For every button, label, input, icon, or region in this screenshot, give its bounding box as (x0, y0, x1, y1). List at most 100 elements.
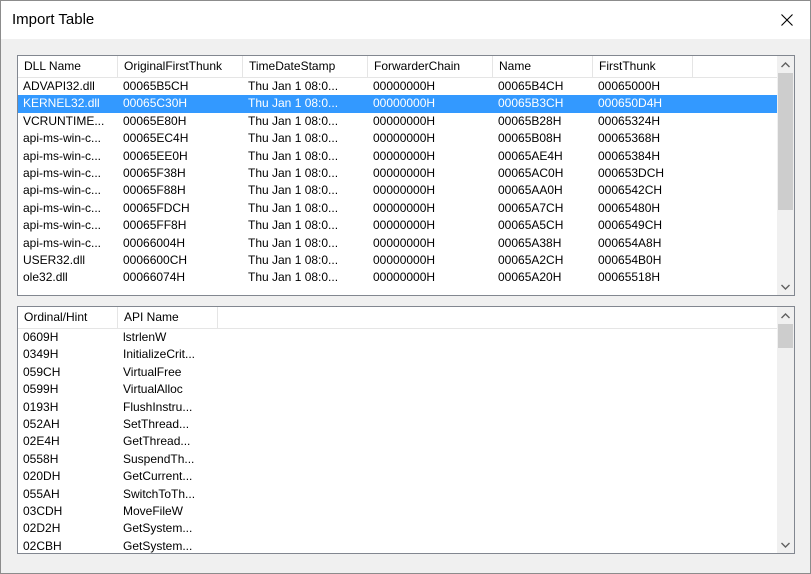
table-row[interactable]: KERNEL32.dll 00065C30H Thu Jan 1 08:0... 00… (18, 95, 777, 113)
table-cell: 02E4H (23, 434, 60, 449)
table-cell: 00065AE4H (498, 148, 563, 163)
table-cell: 00065368H (598, 131, 661, 146)
scroll-down-button[interactable] (777, 536, 794, 553)
table-cell: 00000000H (373, 183, 436, 198)
chevron-up-icon (781, 61, 790, 67)
scroll-thumb[interactable] (778, 73, 793, 210)
table-cell: 000654B0H (598, 252, 662, 267)
table-cell: 052AH (23, 416, 60, 431)
table-cell: Thu Jan 1 08:0... (248, 235, 339, 250)
column-header[interactable]: DLL Name (18, 56, 118, 77)
table-cell: 00000000H (373, 235, 436, 250)
column-header[interactable]: API Name (118, 307, 218, 328)
column-header[interactable]: FirstThunk (593, 56, 693, 77)
table-cell: 03CDH (23, 503, 63, 518)
table-cell: 0599H (23, 382, 59, 397)
api-list-scrollbar[interactable] (777, 307, 794, 553)
close-icon (781, 14, 793, 26)
scroll-up-button[interactable] (777, 56, 794, 73)
table-cell: 055AH (23, 486, 60, 501)
dll-list-view[interactable]: DLL Name OriginalFirstThunk TimeDateStamp F… (17, 55, 795, 296)
table-row[interactable]: VCRUNTIME... 00065E80H Thu Jan 1 08:0... 00… (18, 113, 777, 130)
table-cell: api-ms-win-c... (23, 131, 102, 146)
api-list-header: Ordinal/Hint API Name (18, 307, 777, 329)
table-row[interactable]: USER32.dll 0006600CH Thu Jan 1 08:0... 0000… (18, 252, 777, 269)
table-row[interactable]: api-ms-win-c... 00065F38H Thu Jan 1 08:0..… (18, 165, 777, 182)
table-cell: 0006600CH (123, 252, 188, 267)
table-cell: 020DH (23, 469, 61, 484)
table-cell: 00065F88H (123, 183, 186, 198)
table-cell: 00065E80H (123, 113, 187, 128)
dll-list-scrollbar[interactable] (777, 56, 794, 295)
table-cell: Thu Jan 1 08:0... (248, 270, 339, 285)
table-row[interactable]: 03CDH MoveFileW (18, 503, 777, 520)
table-row[interactable]: api-ms-win-c... 00065EC4H Thu Jan 1 08:0..… (18, 130, 777, 147)
table-cell: 00000000H (373, 200, 436, 215)
table-cell: 000653DCH (598, 165, 665, 180)
table-cell: GetThread... (123, 434, 191, 449)
table-cell: KERNEL32.dll (23, 96, 100, 111)
table-cell: Thu Jan 1 08:0... (248, 96, 339, 111)
api-list-view[interactable]: Ordinal/Hint API Name 0609H lstrlenW 0349H I… (17, 306, 795, 554)
table-cell: 00065F38H (123, 165, 186, 180)
table-row[interactable]: 055AH SwitchToTh... (18, 486, 777, 503)
table-cell: SuspendTh... (123, 451, 195, 466)
title-bar[interactable]: Import Table (1, 1, 810, 39)
close-button[interactable] (764, 1, 810, 39)
table-row[interactable]: 052AH SetThread... (18, 416, 777, 433)
column-header[interactable]: ForwarderChain (368, 56, 493, 77)
table-row[interactable]: api-ms-win-c... 00066004H Thu Jan 1 08:0..… (18, 235, 777, 252)
table-cell: Thu Jan 1 08:0... (248, 148, 339, 163)
table-cell: 00065C30H (123, 96, 188, 111)
table-cell: 00066004H (123, 235, 186, 250)
column-header[interactable]: OriginalFirstThunk (118, 56, 243, 77)
table-row[interactable]: 02D2H GetSystem... (18, 520, 777, 537)
table-cell: 00000000H (373, 96, 436, 111)
table-row[interactable]: api-ms-win-c... 00065FF8H Thu Jan 1 08:0..… (18, 217, 777, 234)
table-row[interactable]: ADVAPI32.dll 00065B5CH Thu Jan 1 08:0... 00… (18, 78, 777, 95)
column-header[interactable]: Ordinal/Hint (18, 307, 118, 328)
table-cell: 00065324H (598, 113, 661, 128)
table-cell: 00065000H (598, 79, 661, 93)
table-cell: USER32.dll (23, 252, 86, 267)
scroll-thumb[interactable] (778, 324, 793, 348)
column-header[interactable]: Name (493, 56, 593, 77)
table-row[interactable]: api-ms-win-c... 00065FDCH Thu Jan 1 08:0..… (18, 200, 777, 217)
table-cell: 000650D4H (598, 96, 663, 111)
table-cell: SetThread... (123, 416, 190, 431)
table-row[interactable]: 0599H VirtualAlloc (18, 381, 777, 398)
table-cell: 02CBH (23, 538, 62, 553)
table-cell: Thu Jan 1 08:0... (248, 183, 339, 198)
table-cell: 00000000H (373, 252, 436, 267)
table-cell: 00065A7CH (498, 200, 564, 215)
table-cell: 00065384H (598, 148, 661, 163)
table-cell: 00065A38H (498, 235, 562, 250)
table-row[interactable]: ole32.dll 00066074H Thu Jan 1 08:0... 00000… (18, 269, 777, 286)
dll-list-header: DLL Name OriginalFirstThunk TimeDateStamp F… (18, 56, 777, 78)
table-cell: 00000000H (373, 218, 436, 233)
table-cell: 00065B08H (498, 131, 562, 146)
table-row[interactable]: api-ms-win-c... 00065EE0H Thu Jan 1 08:0..… (18, 148, 777, 165)
table-row[interactable]: 059CH VirtualFree (18, 364, 777, 381)
column-header[interactable]: TimeDateStamp (243, 56, 368, 77)
table-cell: api-ms-win-c... (23, 165, 102, 180)
table-row[interactable]: 02E4H GetThread... (18, 433, 777, 450)
table-cell: VCRUNTIME... (23, 113, 105, 128)
table-cell: api-ms-win-c... (23, 218, 102, 233)
table-cell: SwitchToTh... (123, 486, 196, 501)
table-row[interactable]: 0193H FlushInstru... (18, 399, 777, 416)
table-row[interactable]: 0558H SuspendTh... (18, 451, 777, 468)
scroll-up-button[interactable] (777, 307, 794, 324)
table-row[interactable]: 0609H lstrlenW (18, 329, 777, 346)
table-row[interactable]: api-ms-win-c... 00065F88H Thu Jan 1 08:0..… (18, 182, 777, 199)
scroll-down-button[interactable] (777, 278, 794, 295)
table-cell: ADVAPI32.dll (23, 79, 95, 93)
table-row[interactable]: 0349H InitializeCrit... (18, 346, 777, 363)
chevron-down-icon (781, 284, 790, 290)
table-row[interactable]: 02CBH GetSystem... (18, 538, 777, 553)
table-cell: Thu Jan 1 08:0... (248, 131, 339, 146)
table-cell: 00065B3CH (498, 96, 564, 111)
table-cell: Thu Jan 1 08:0... (248, 252, 339, 267)
table-row[interactable]: 020DH GetCurrent... (18, 468, 777, 485)
api-list-rows: 0609H lstrlenW 0349H InitializeCrit... 059CH… (18, 329, 777, 553)
